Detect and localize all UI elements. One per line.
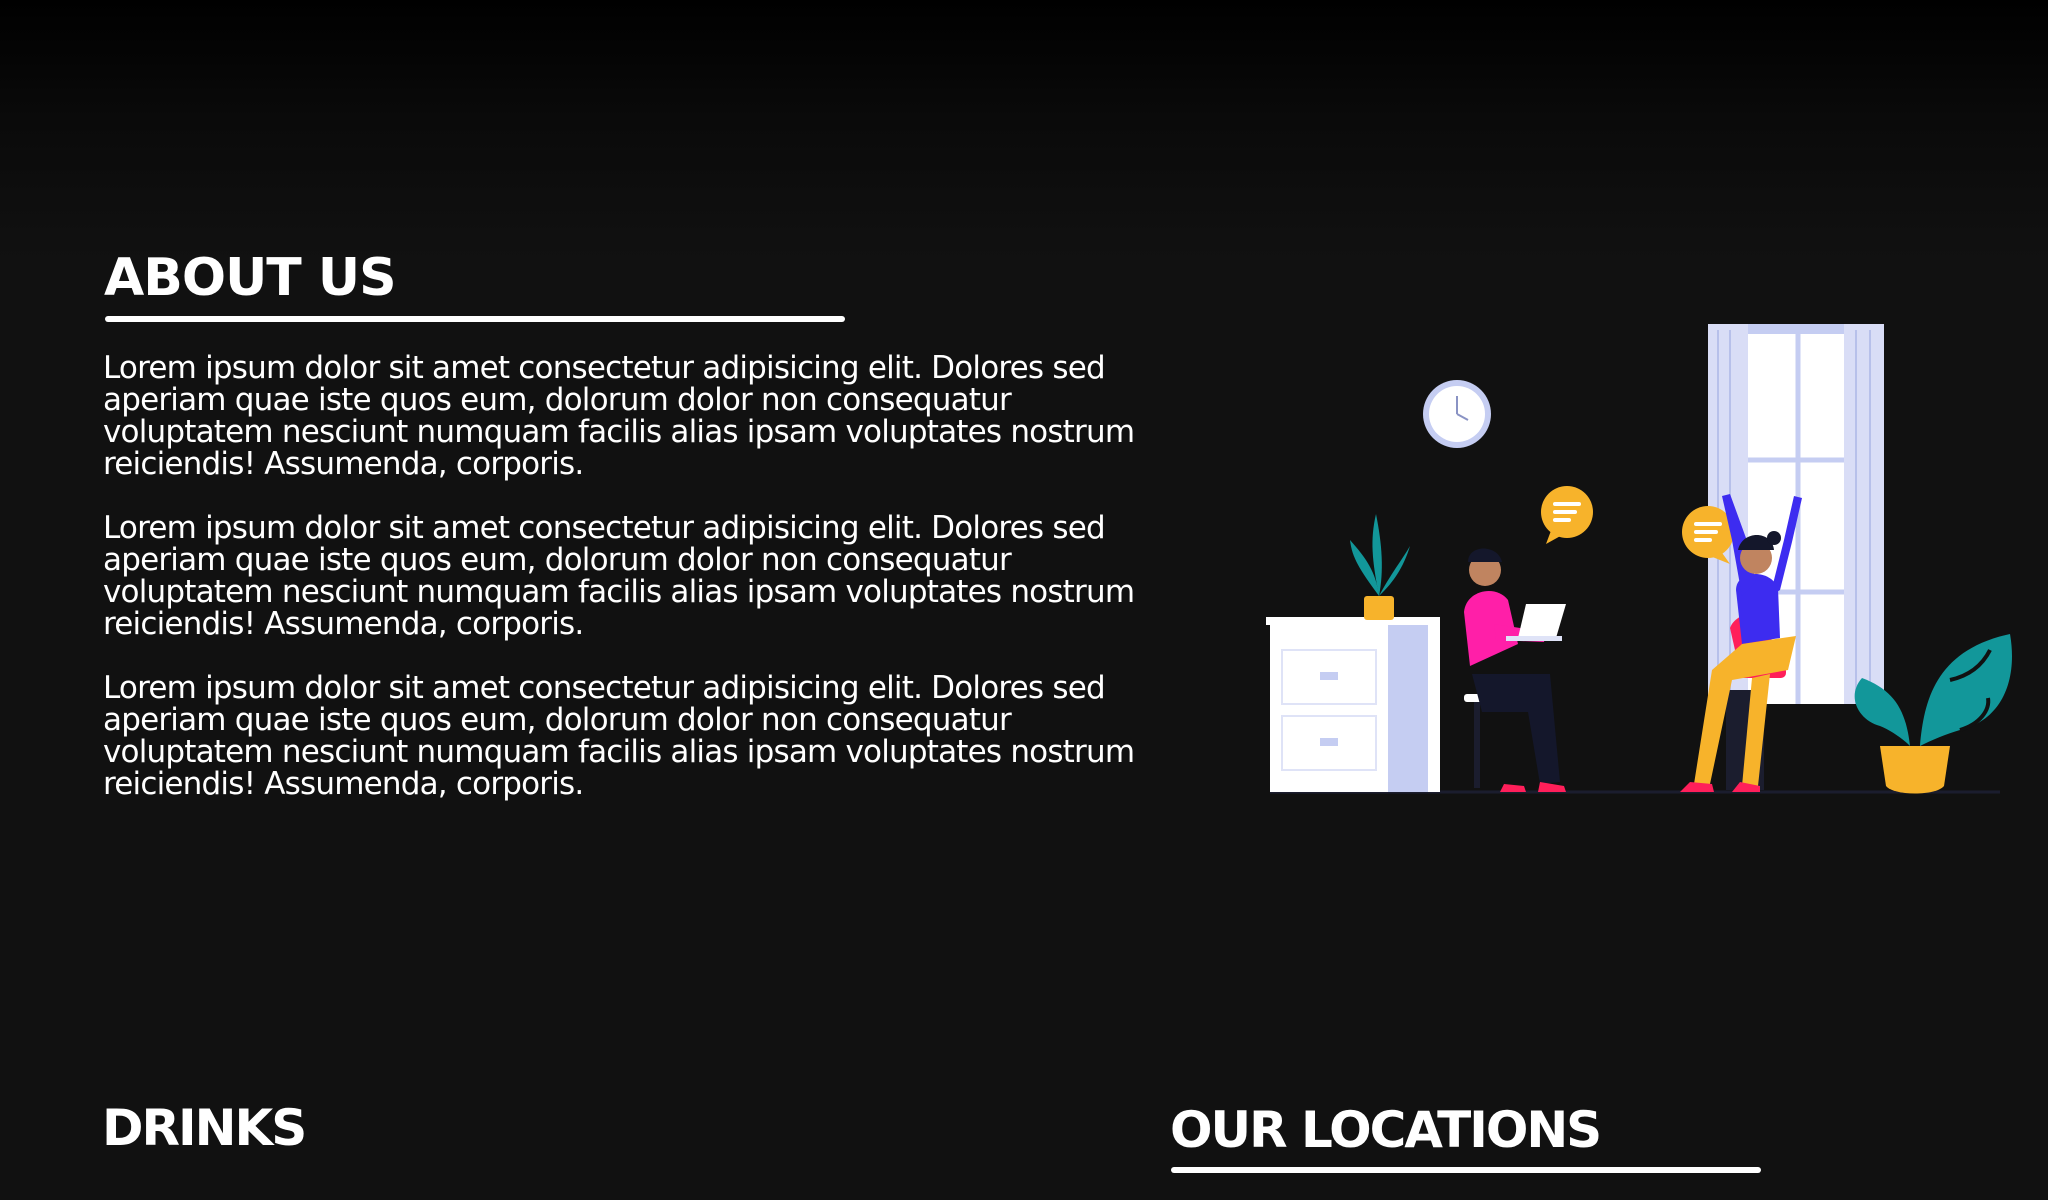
locations-heading: OUR LOCATIONS	[1170, 1101, 1602, 1159]
about-paragraph: Lorem ipsum dolor sit amet consectetur a…	[103, 510, 1135, 642]
about-text: Lorem ipsum dolor sit amet consectetur a…	[103, 352, 1143, 832]
about-heading-underline	[105, 316, 845, 322]
clock-icon	[1423, 380, 1491, 448]
about-paragraph: Lorem ipsum dolor sit amet consectetur a…	[103, 350, 1135, 482]
about-heading: ABOUT US	[104, 248, 397, 308]
about-paragraph: Lorem ipsum dolor sit amet consectetur a…	[103, 670, 1135, 802]
locations-heading-underline	[1171, 1167, 1761, 1173]
plant-icon	[1350, 514, 1410, 620]
desk-icon	[1266, 617, 1440, 792]
chat-bubble-icon	[1541, 486, 1593, 544]
office-chat-illustration	[1266, 324, 2012, 794]
drinks-heading: DRINKS	[102, 1099, 307, 1157]
person-laptop-icon	[1464, 548, 1566, 792]
